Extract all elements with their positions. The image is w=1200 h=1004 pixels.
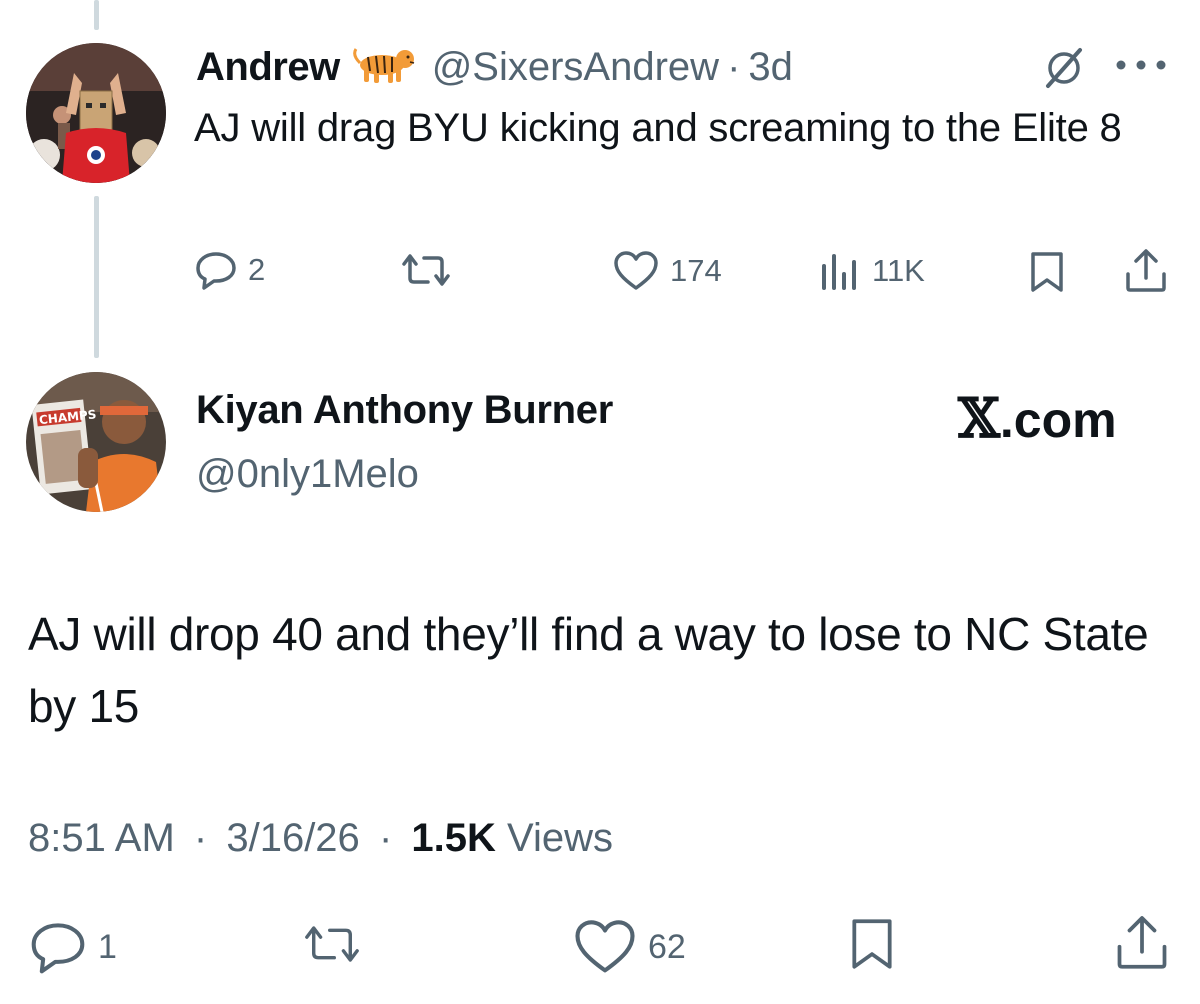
separator-dot: · xyxy=(727,44,741,89)
grok-icon[interactable] xyxy=(1042,46,1086,95)
thread-line-connector xyxy=(94,196,99,358)
bookmark-icon xyxy=(852,919,892,969)
bookmark-button[interactable] xyxy=(1028,250,1066,294)
tiger-icon xyxy=(352,45,418,90)
tweet-metadata: 8:51 AM · 3/16/26 · 1.5K Views xyxy=(28,816,613,861)
share-button[interactable] xyxy=(1122,248,1170,294)
tweet-timestamp[interactable]: 8:51 AM xyxy=(28,816,175,860)
bookmark-button[interactable] xyxy=(848,916,896,972)
avatar[interactable] xyxy=(26,43,166,183)
repost-button[interactable] xyxy=(300,922,364,966)
reply-tweet-text: AJ will drag BYU kicking and screaming t… xyxy=(194,106,1122,150)
avatar[interactable]: CHAMPS xyxy=(26,372,166,512)
tweet-time[interactable]: 3d xyxy=(748,45,793,90)
reply-count: 2 xyxy=(248,252,266,287)
views-button[interactable]: 11K xyxy=(818,250,925,292)
reply-count: 1 xyxy=(98,927,117,966)
share-button[interactable] xyxy=(1112,914,1172,972)
reply-icon xyxy=(31,923,85,974)
like-count: 62 xyxy=(648,927,686,966)
views-count: 11K xyxy=(872,253,925,288)
repost-icon xyxy=(305,926,359,962)
tweet-date[interactable]: 3/16/26 xyxy=(226,816,359,860)
thread-line-top xyxy=(94,0,99,30)
separator-dot: · xyxy=(193,816,208,860)
heart-icon xyxy=(575,920,635,973)
views-chart-icon xyxy=(822,254,856,290)
views-label: Views xyxy=(507,816,613,860)
author-handle[interactable]: @SixersAndrew xyxy=(432,45,719,90)
heart-icon xyxy=(614,251,658,290)
reply-tweet-header: Andrew @SixersAndrew · 3d xyxy=(196,40,793,94)
bookmark-icon xyxy=(1031,252,1063,292)
separator-dot: · xyxy=(378,816,393,860)
share-icon xyxy=(1117,916,1167,969)
views-count: 1.5K xyxy=(411,816,496,860)
repost-button[interactable] xyxy=(398,252,454,288)
like-button[interactable]: 62 xyxy=(572,918,686,976)
watermark-domain: .com xyxy=(999,392,1117,448)
more-icon[interactable] xyxy=(1112,58,1170,77)
x-logo-icon: 𝕏 xyxy=(958,386,1000,450)
repost-icon xyxy=(402,254,450,286)
reply-button[interactable]: 1 xyxy=(28,920,117,974)
reply-icon xyxy=(196,252,236,290)
share-icon xyxy=(1126,249,1166,292)
like-count: 174 xyxy=(670,253,722,288)
author-handle[interactable]: @0nly1Melo xyxy=(196,452,419,497)
like-button[interactable]: 174 xyxy=(612,250,722,292)
x-watermark: 𝕏 .com xyxy=(958,386,1117,450)
reply-button[interactable]: 2 xyxy=(194,250,265,290)
author-name[interactable]: Andrew xyxy=(196,45,340,90)
main-tweet-text: AJ will drop 40 and they’ll find a way t… xyxy=(28,608,1149,732)
author-name[interactable]: Kiyan Anthony Burner xyxy=(196,388,613,433)
